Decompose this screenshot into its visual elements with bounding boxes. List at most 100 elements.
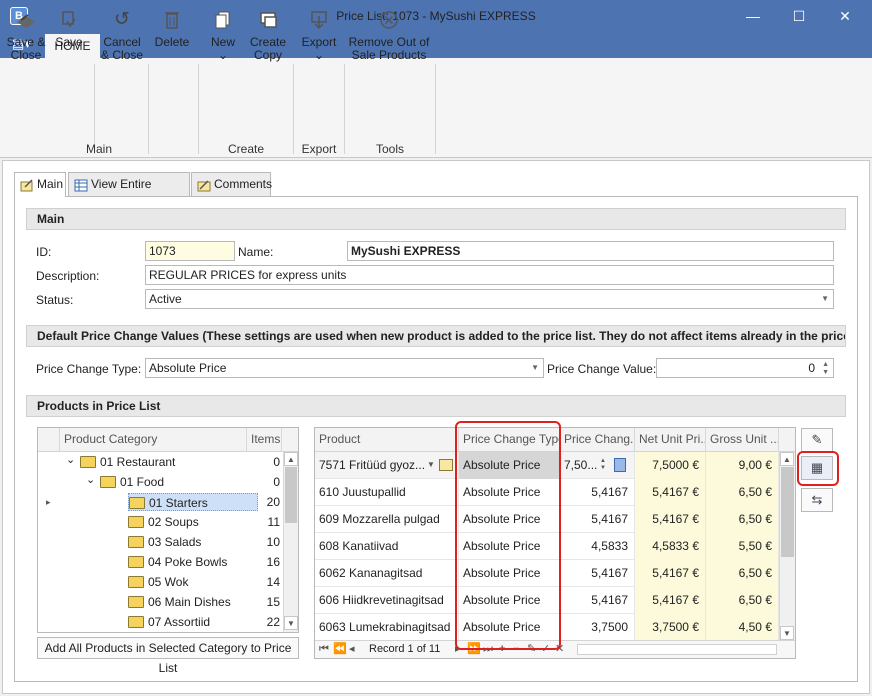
cell-price-change-type[interactable]: Absolute Price xyxy=(459,533,560,560)
tab-comments[interactable]: Comments xyxy=(191,172,272,196)
edit-product-button[interactable]: ✎ xyxy=(801,428,833,452)
cell-gross-unit-price[interactable]: 9,00 € xyxy=(706,452,779,479)
grid-header-gross-unit-price[interactable]: Gross Unit ... xyxy=(706,428,779,452)
name-field[interactable]: MySushi EXPRESS xyxy=(347,241,834,261)
table-row[interactable]: 606 Hiidkrevetinagitsad Absolute Price 5,4… xyxy=(315,587,779,614)
cell-gross-unit-price[interactable]: 6,50 € xyxy=(706,560,779,587)
tree-node[interactable]: 04 Poke Bowls xyxy=(128,553,231,571)
tree-scrollbar[interactable]: ▲ ▼ xyxy=(283,452,298,632)
save-close-button[interactable]: Save & Close xyxy=(4,8,48,62)
tree-node[interactable]: 01 Food xyxy=(100,473,168,491)
table-row[interactable]: 608 Kanatiivad Absolute Price 4,5833 4,5833… xyxy=(315,533,779,560)
new-button[interactable]: New ⌄ xyxy=(204,8,242,62)
scroll-thumb[interactable] xyxy=(781,467,794,557)
cell-product[interactable]: 609 Mozzarella pulgad xyxy=(315,506,459,533)
scroll-down-icon[interactable]: ▼ xyxy=(284,616,298,630)
horizontal-scrollbar[interactable] xyxy=(577,644,777,655)
cell-net-unit-price[interactable]: 4,5833 € xyxy=(635,533,706,560)
grid-header-net-unit-price[interactable]: Net Unit Pri... xyxy=(635,428,706,452)
tree-row[interactable]: ▸ 01 Starters 20 xyxy=(38,492,282,512)
cell-product[interactable]: 6062 Kananagitsad xyxy=(315,560,459,587)
cell-gross-unit-price[interactable]: 5,50 € xyxy=(706,533,779,560)
cell-price-change[interactable]: 5,4167 xyxy=(560,479,635,506)
tab-view-entire-pricelist[interactable]: View Entire Pricelist xyxy=(68,172,190,213)
add-all-products-button[interactable]: Add All Products in Selected Category to… xyxy=(37,637,299,675)
cell-net-unit-price[interactable]: 5,4167 € xyxy=(635,479,706,506)
cell-gross-unit-price[interactable]: 6,50 € xyxy=(706,479,779,506)
nav-prev-button[interactable]: ◂ xyxy=(349,641,355,658)
edit-product-icon[interactable] xyxy=(439,459,453,471)
cell-price-change[interactable]: 5,4167 xyxy=(560,587,635,614)
export-button[interactable]: Export ⌄ xyxy=(298,8,340,62)
cell-product[interactable]: 610 Juustupallid xyxy=(315,479,459,506)
table-row[interactable]: 6063 Lumekrabinagitsad Absolute Price 3,75… xyxy=(315,614,779,641)
table-row[interactable]: 7571 Fritüüd gyoz... ▼ Absolute Price 7,50.… xyxy=(315,452,779,479)
nav-first-button[interactable]: ⏮ xyxy=(319,641,329,658)
tree-node[interactable]: 03 Salads xyxy=(128,533,205,551)
cell-price-change-type[interactable]: Absolute Price xyxy=(459,587,560,614)
id-field[interactable]: 1073 xyxy=(145,241,235,261)
tree-row[interactable]: 06 Main Dishes 15 xyxy=(38,592,282,612)
nav-cancel-button[interactable]: ✕ xyxy=(555,641,564,658)
cancel-close-button[interactable]: ↺ Cancel & Close xyxy=(100,8,144,62)
cell-gross-unit-price[interactable]: 6,50 € xyxy=(706,506,779,533)
tab-main[interactable]: Main xyxy=(14,172,66,197)
cell-price-change-type[interactable]: Absolute Price xyxy=(459,479,560,506)
cell-product[interactable]: 608 Kanatiivad xyxy=(315,533,459,560)
cell-net-unit-price[interactable]: 5,4167 € xyxy=(635,560,706,587)
cell-product[interactable]: 606 Hiidkrevetinagitsad xyxy=(315,587,459,614)
cell-price-change-type[interactable]: Absolute Price xyxy=(459,560,560,587)
cell-net-unit-price[interactable]: 5,4167 € xyxy=(635,587,706,614)
tree-node[interactable]: 07 Assortiid xyxy=(128,613,214,631)
calculator-button[interactable]: ▦ xyxy=(801,456,833,480)
tree-header-items[interactable]: Items xyxy=(247,428,282,452)
scroll-down-icon[interactable]: ▼ xyxy=(780,626,794,640)
nav-add-button[interactable]: + xyxy=(499,641,505,658)
calculator-icon[interactable] xyxy=(614,458,626,472)
products-grid[interactable]: Product Price Change Type Price Chang...… xyxy=(314,427,796,659)
remove-out-of-sale-button[interactable]: Remove Out of Sale Products xyxy=(348,8,430,62)
tree-row[interactable]: ⌄ 01 Restaurant 0 xyxy=(38,452,282,472)
description-field[interactable]: REGULAR PRICES for express units xyxy=(145,265,834,285)
grid-scrollbar[interactable]: ▲ ▼ xyxy=(779,452,795,641)
maximize-button[interactable]: ☐ xyxy=(776,0,822,32)
nav-last-button[interactable]: ⏭ xyxy=(483,641,493,658)
cell-price-change[interactable]: 5,4167 xyxy=(560,506,635,533)
cell-price-change-type[interactable]: Absolute Price xyxy=(459,506,560,533)
nav-edit-button[interactable]: ✎ xyxy=(527,641,536,658)
cell-price-change-type[interactable]: Absolute Price xyxy=(459,614,560,641)
cell-gross-unit-price[interactable]: 4,50 € xyxy=(706,614,779,641)
tree-node[interactable]: 01 Starters xyxy=(128,493,258,511)
cell-net-unit-price[interactable]: 7,5000 € xyxy=(635,452,706,479)
tree-header-category[interactable]: Product Category xyxy=(60,428,247,452)
scroll-thumb[interactable] xyxy=(285,467,297,523)
tree-row[interactable]: 05 Wok 14 xyxy=(38,572,282,592)
close-button[interactable]: ✕ xyxy=(822,0,868,32)
grid-header-price-change[interactable]: Price Chang... xyxy=(560,428,635,452)
scroll-up-icon[interactable]: ▲ xyxy=(780,452,794,466)
nav-prev-page-button[interactable]: ⏪ xyxy=(333,641,347,658)
tree-node[interactable]: 01 Restaurant xyxy=(80,453,179,471)
cell-price-change[interactable]: 5,4167 xyxy=(560,560,635,587)
chevron-down-icon[interactable]: ⌄ xyxy=(86,470,95,490)
grid-header-product[interactable]: Product xyxy=(315,428,459,452)
nav-next-button[interactable]: ▸ xyxy=(455,641,461,658)
category-tree[interactable]: Product Category Items ⌄ 01 Restaurant 0 ⌄ 0… xyxy=(37,427,299,633)
cell-price-change-type[interactable]: Absolute Price xyxy=(459,452,560,479)
table-row[interactable]: 609 Mozzarella pulgad Absolute Price 5,416… xyxy=(315,506,779,533)
price-change-value-spin[interactable]: 0 ▲ ▼ xyxy=(656,358,834,378)
tree-node[interactable]: 06 Main Dishes xyxy=(128,593,235,611)
create-copy-button[interactable]: Create Copy xyxy=(246,8,290,62)
tree-row[interactable]: ⌄ 01 Food 0 xyxy=(38,472,282,492)
table-row[interactable]: 610 Juustupallid Absolute Price 5,4167 5,41… xyxy=(315,479,779,506)
nav-next-page-button[interactable]: ⏩ xyxy=(467,641,481,658)
status-select[interactable]: Active ▼ xyxy=(145,289,834,309)
cell-price-change[interactable]: 4,5833 xyxy=(560,533,635,560)
cell-net-unit-price[interactable]: 5,4167 € xyxy=(635,506,706,533)
grid-header-price-change-type[interactable]: Price Change Type xyxy=(459,428,560,452)
cell-gross-unit-price[interactable]: 6,50 € xyxy=(706,587,779,614)
save-button[interactable]: Save xyxy=(52,8,86,49)
delete-button[interactable]: Delete xyxy=(152,8,192,49)
dropdown-arrow-icon[interactable]: ▼ xyxy=(427,452,435,478)
spin-arrows-icon[interactable]: ▲ ▼ xyxy=(822,361,829,377)
